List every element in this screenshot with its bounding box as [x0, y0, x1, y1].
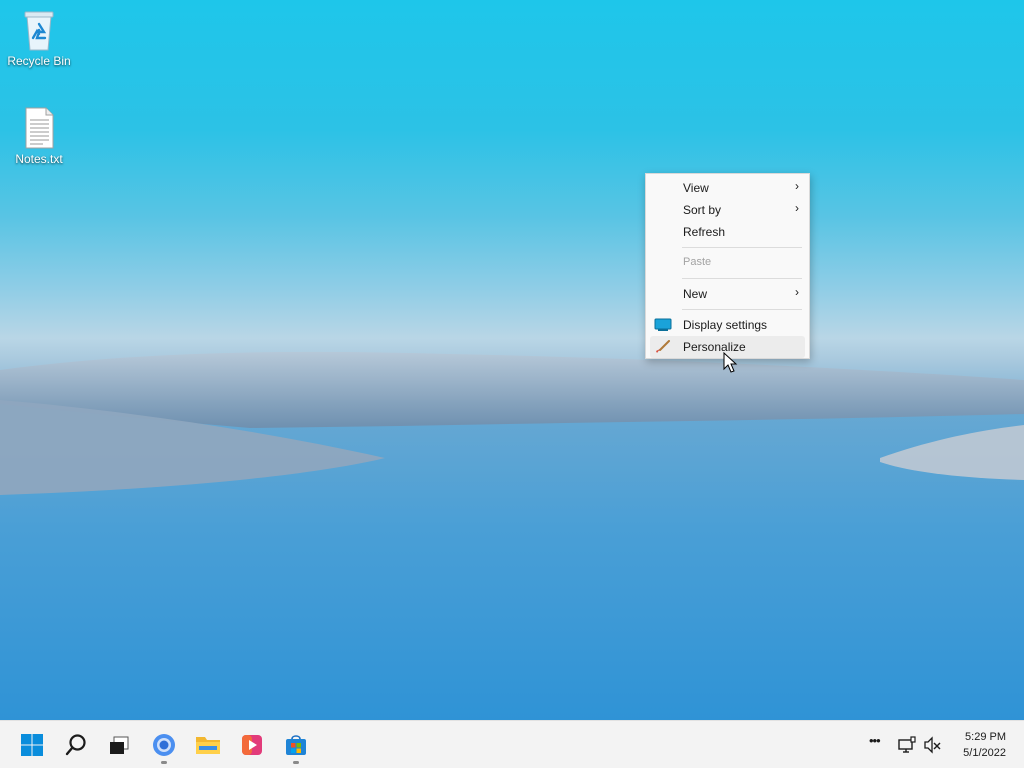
volume-muted-icon[interactable]: [923, 735, 943, 755]
desktop-icon-label: Recycle Bin: [7, 54, 71, 68]
menu-item-new[interactable]: New ›: [650, 283, 805, 305]
clock-time: 5:29 PM: [965, 731, 1006, 743]
start-button[interactable]: [16, 729, 48, 761]
menu-item-refresh[interactable]: Refresh: [650, 221, 805, 243]
taskbar-clock[interactable]: 5:29 PM 5/1/2022: [946, 729, 1006, 761]
chevron-right-icon: ›: [795, 285, 799, 299]
text-file-icon: [19, 106, 59, 150]
menu-item-label: Paste: [683, 256, 712, 268]
tray-overflow-button[interactable]: •••: [869, 733, 889, 753]
menu-item-sort-by[interactable]: Sort by ›: [650, 199, 805, 221]
menu-separator: [682, 247, 802, 248]
chevron-right-icon: ›: [795, 201, 799, 215]
taskbar: ••• 5:29 PM 5/1/2022: [0, 720, 1024, 768]
menu-item-view[interactable]: View ›: [650, 177, 805, 199]
running-indicator: [161, 761, 167, 764]
running-indicator: [293, 761, 299, 764]
menu-item-label: Sort by: [683, 203, 722, 217]
desktop-icon-recycle-bin[interactable]: Recycle Bin: [1, 8, 77, 68]
search-button[interactable]: [60, 729, 92, 761]
menu-item-label: New: [683, 287, 708, 301]
windows-logo-icon: [16, 733, 48, 757]
task-view-button[interactable]: [103, 729, 135, 761]
menu-item-display-settings[interactable]: Display settings: [650, 314, 805, 336]
chevron-right-icon: ›: [795, 179, 799, 193]
paintbrush-icon: [654, 340, 672, 354]
store-icon: [280, 733, 312, 757]
menu-item-label: Refresh: [683, 225, 726, 239]
desktop-icon-label: Notes.txt: [15, 152, 63, 166]
clock-date: 5/1/2022: [963, 747, 1006, 759]
menu-separator: [682, 309, 802, 310]
taskbar-app-file-explorer[interactable]: [192, 729, 224, 761]
media-player-icon: [236, 733, 268, 757]
menu-separator: [682, 278, 802, 279]
taskbar-app-browser[interactable]: [148, 729, 180, 764]
taskbar-app-media-player[interactable]: [236, 729, 268, 761]
network-icon[interactable]: [897, 735, 917, 755]
recycle-bin-icon: [19, 8, 59, 52]
desktop-context-menu: View › Sort by › Refresh Paste New › Dis…: [645, 173, 810, 359]
desktop-icon-notes-file[interactable]: Notes.txt: [1, 106, 77, 166]
menu-item-label: Display settings: [683, 318, 768, 332]
search-icon: [60, 733, 92, 757]
chromium-icon: [148, 733, 180, 757]
taskbar-app-store[interactable]: [280, 729, 312, 764]
mouse-cursor: [723, 351, 739, 374]
wallpaper-landscape: [0, 340, 1024, 720]
menu-item-label: View: [683, 181, 709, 195]
display-icon: [654, 318, 672, 332]
desktop[interactable]: Recycle Bin Notes.txt View › Sort by › R…: [0, 0, 1024, 720]
task-view-icon: [103, 733, 135, 757]
menu-item-paste: Paste: [650, 252, 805, 274]
folder-icon: [192, 733, 224, 757]
